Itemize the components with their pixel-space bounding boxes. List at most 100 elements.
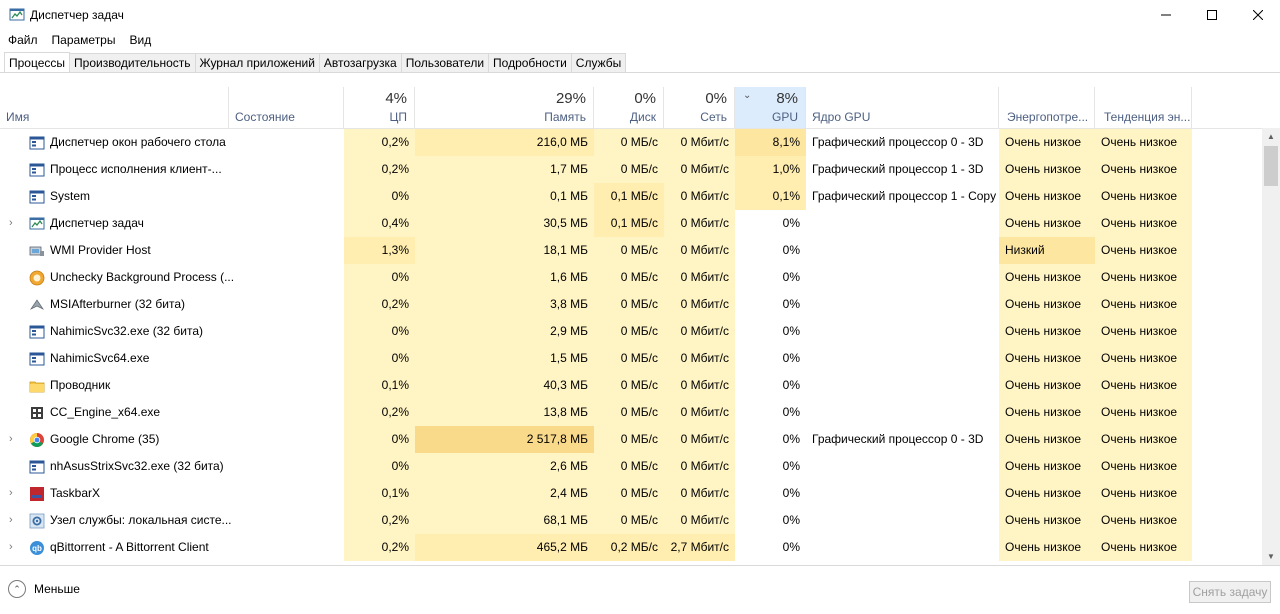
cell-power: Низкий xyxy=(999,237,1095,264)
menu-view[interactable]: Вид xyxy=(121,30,157,50)
table-row[interactable]: NahimicSvc64.exe 0% 1,5 МБ 0 МБ/с 0 Мбит/с 0%… xyxy=(0,345,1262,372)
cell-power-trend: Очень низкое xyxy=(1095,318,1192,345)
cell-memory: 2,4 МБ xyxy=(415,480,594,507)
vertical-scrollbar[interactable]: ▲ ▼ xyxy=(1262,128,1280,565)
table-row[interactable]: WMI Provider Host 1,3% 18,1 МБ 0 МБ/с 0 Мбит… xyxy=(0,237,1262,264)
minimize-icon xyxy=(1161,14,1171,16)
column-header-power[interactable]: Энергопотре... xyxy=(999,87,1095,128)
column-header-gpu-engine[interactable]: Ядро GPU xyxy=(806,87,999,128)
cell-cpu: 1,3% xyxy=(344,237,415,264)
cell-disk: 0 МБ/с xyxy=(594,264,664,291)
cell-disk: 0 МБ/с xyxy=(594,237,664,264)
cell-cpu: 0,1% xyxy=(344,480,415,507)
cell-network: 0 Мбит/с xyxy=(664,372,735,399)
cell-cpu: 0,2% xyxy=(344,534,415,561)
table-row[interactable]: NahimicSvc32.exe (32 бита) 0% 2,9 МБ 0 МБ/с… xyxy=(0,318,1262,345)
column-header-disk[interactable]: 0% Диск xyxy=(594,87,664,128)
memory-total: 29% xyxy=(555,90,586,107)
table-row[interactable]: Процесс исполнения клиент-... 0,2% 1,7 МБ 0… xyxy=(0,156,1262,183)
cell-gpu: 0% xyxy=(782,459,800,473)
tab-app-history[interactable]: Журнал приложений xyxy=(195,53,320,73)
cell-power-trend: Очень низкое xyxy=(1095,399,1192,426)
table-row[interactable]: Unchecky Background Process (... 0% 1,6 МБ… xyxy=(0,264,1262,291)
cell-gpu: 0,1% xyxy=(735,183,806,210)
cell-gpu: 0% xyxy=(782,513,800,527)
table-row[interactable]: › Диспетчер задач 0,4% 30,5 МБ 0,1 МБ/с 0 Мби… xyxy=(0,210,1262,237)
cell-power: Очень низкое xyxy=(999,534,1095,561)
cell-memory: 18,1 МБ xyxy=(415,237,594,264)
window-icon xyxy=(29,190,45,204)
scroll-down-icon[interactable]: ▼ xyxy=(1262,548,1280,565)
tab-users[interactable]: Пользователи xyxy=(401,53,490,73)
fewer-details-button[interactable]: ⌃ Меньше xyxy=(8,580,80,598)
cell-power-trend: Очень низкое xyxy=(1095,507,1192,534)
process-name: Узел службы: локальная систе... xyxy=(50,513,232,527)
unchecky-icon xyxy=(29,270,45,286)
column-header-name[interactable]: Имя xyxy=(0,87,229,128)
cell-gpu-engine xyxy=(806,264,999,291)
process-name: nhAsusStrixSvc32.exe (32 бита) xyxy=(50,459,224,473)
table-row[interactable]: nhAsusStrixSvc32.exe (32 бита) 0% 2,6 МБ 0 … xyxy=(0,453,1262,480)
maximize-button[interactable] xyxy=(1189,0,1235,30)
tab-processes[interactable]: Процессы xyxy=(4,52,71,73)
cell-gpu-engine: Графический процессор 1 - Copy xyxy=(812,189,997,203)
process-name: MSIAfterburner (32 бита) xyxy=(50,297,185,311)
table-row[interactable]: Диспетчер окон рабочего стола 0,2% 216,0 М… xyxy=(0,129,1262,156)
cell-gpu-engine: Графический процессор 1 - 3D xyxy=(812,162,984,176)
chevron-right-icon[interactable]: › xyxy=(9,534,19,561)
gpu-total: 8% xyxy=(776,90,798,107)
chevron-right-icon[interactable]: › xyxy=(9,507,19,534)
chevron-right-icon[interactable]: › xyxy=(9,210,19,237)
cell-disk: 0 МБ/с xyxy=(594,129,664,156)
table-row[interactable]: Проводник 0,1% 40,3 МБ 0 МБ/с 0 Мбит/с 0% Очен… xyxy=(0,372,1262,399)
tab-services[interactable]: Службы xyxy=(571,53,627,73)
cell-gpu-engine xyxy=(806,399,999,426)
menu-file[interactable]: Файл xyxy=(0,30,44,50)
cell-power: Очень низкое xyxy=(999,291,1095,318)
table-row[interactable]: › TaskbarX 0,1% 2,4 МБ 0 МБ/с 0 Мбит/с 0% Очень… xyxy=(0,480,1262,507)
table-row[interactable]: › qb qBittorrent - A Bittorrent Client 0,2%… xyxy=(0,534,1262,561)
cell-power: Очень низкое xyxy=(999,507,1095,534)
table-row[interactable]: › Узел службы: локальная систе... 0,2% 68,1… xyxy=(0,507,1262,534)
cell-cpu: 0,2% xyxy=(344,156,415,183)
tab-details[interactable]: Подробности xyxy=(489,53,572,73)
process-name: Google Chrome (35) xyxy=(50,432,160,446)
column-header-power-trend[interactable]: Тенденция эн... xyxy=(1095,87,1192,128)
cell-gpu-engine xyxy=(806,318,999,345)
end-task-button[interactable]: Снять задачу xyxy=(1189,581,1271,603)
tab-performance[interactable]: Производительность xyxy=(70,53,196,73)
menu-options[interactable]: Параметры xyxy=(44,30,122,50)
cell-cpu: 0,2% xyxy=(344,507,415,534)
tab-startup[interactable]: Автозагрузка xyxy=(319,53,402,73)
process-name: NahimicSvc32.exe (32 бита) xyxy=(50,324,203,338)
cell-network: 0 Мбит/с xyxy=(664,480,735,507)
close-button[interactable] xyxy=(1235,0,1280,30)
minimize-button[interactable] xyxy=(1143,0,1189,30)
column-header-cpu[interactable]: 4% ЦП xyxy=(344,87,415,128)
cell-power-trend: Очень низкое xyxy=(1095,453,1192,480)
cell-cpu: 0% xyxy=(344,318,415,345)
cell-network: 0 Мбит/с xyxy=(664,318,735,345)
column-header-status[interactable]: Состояние xyxy=(229,87,344,128)
table-row[interactable]: CC_Engine_x64.exe 0,2% 13,8 МБ 0 МБ/с 0 Мбит… xyxy=(0,399,1262,426)
column-header-gpu[interactable]: ⌄ 8% GPU xyxy=(735,87,806,128)
fewer-details-label: Меньше xyxy=(34,582,80,596)
cell-memory: 2,6 МБ xyxy=(415,453,594,480)
network-total: 0% xyxy=(705,90,727,107)
cell-gpu: 0% xyxy=(782,486,800,500)
cell-network: 2,7 Мбит/с xyxy=(664,534,735,561)
chevron-right-icon[interactable]: › xyxy=(9,480,19,507)
table-row[interactable]: › Google Chrome (35) 0% 2 517,8 МБ 0 МБ/с 0 М… xyxy=(0,426,1262,453)
scroll-thumb[interactable] xyxy=(1264,146,1278,186)
cell-power-trend: Очень низкое xyxy=(1095,372,1192,399)
cell-disk: 0,1 МБ/с xyxy=(594,183,664,210)
table-row[interactable]: System 0% 0,1 МБ 0,1 МБ/с 0 Мбит/с 0,1% Графич… xyxy=(0,183,1262,210)
cell-disk: 0 МБ/с xyxy=(594,507,664,534)
column-header-memory[interactable]: 29% Память xyxy=(415,87,594,128)
table-row[interactable]: MSIAfterburner (32 бита) 0,2% 3,8 МБ 0 МБ/с… xyxy=(0,291,1262,318)
chevron-right-icon[interactable]: › xyxy=(9,426,19,453)
cell-cpu: 0,2% xyxy=(344,291,415,318)
column-header-network[interactable]: 0% Сеть xyxy=(664,87,735,128)
cell-gpu: 0% xyxy=(782,540,800,554)
scroll-up-icon[interactable]: ▲ xyxy=(1262,128,1280,145)
